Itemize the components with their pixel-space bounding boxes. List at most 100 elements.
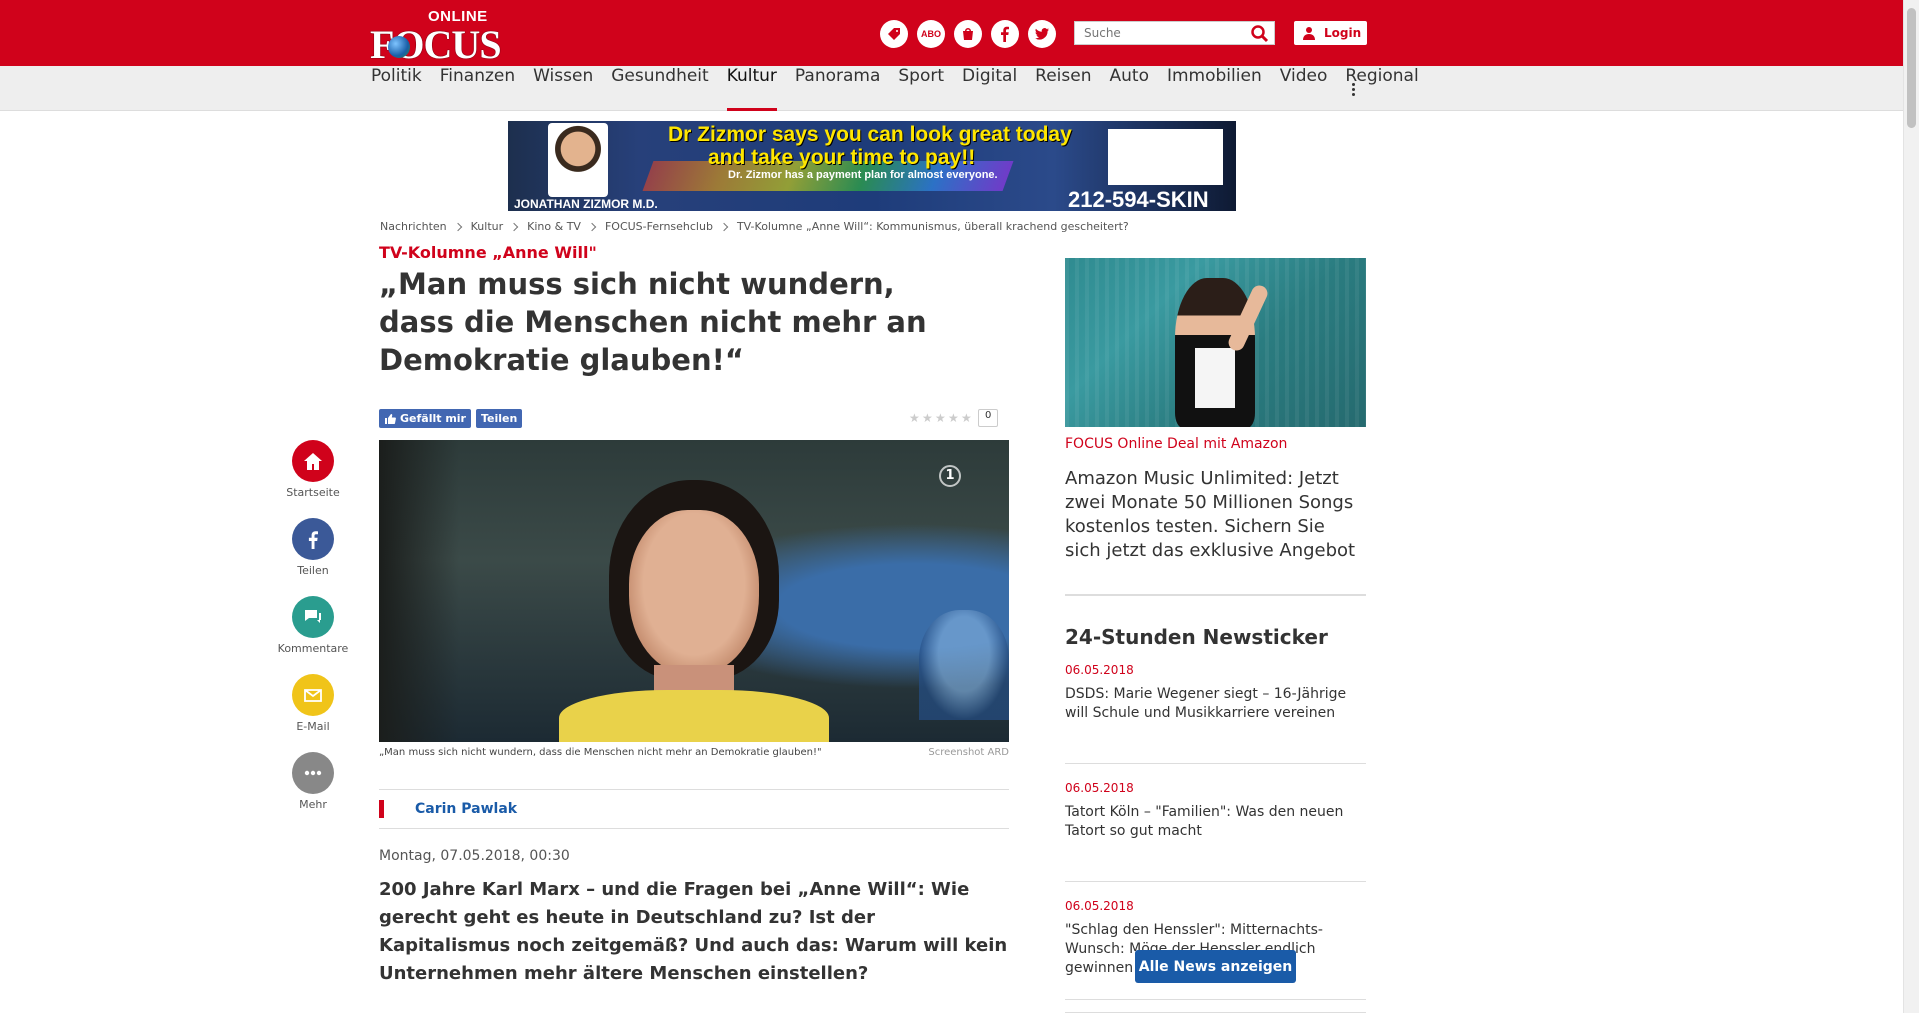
breadcrumb-item[interactable]: TV-Kolumne „Anne Will“: Kommunismus, übe… (737, 220, 1129, 233)
rail-item-e-mail[interactable]: E-Mail (271, 674, 355, 750)
user-icon (1303, 27, 1315, 40)
nav-item-gesundheit[interactable]: Gesundheit (602, 66, 717, 111)
deal-text[interactable]: Amazon Music Unlimited: Jetzt zwei Monat… (1065, 467, 1366, 563)
chevron-right-icon (509, 222, 519, 231)
article-lead: 200 Jahre Karl Marx – und die Fragen bei… (379, 879, 1008, 984)
abo-label: ABO (921, 29, 941, 39)
news-item[interactable]: 06.05.2018 DSDS: Marie Wegener siegt – 16… (1065, 663, 1366, 764)
social-actions: Gefällt mir Teilen (379, 409, 523, 428)
news-date: 06.05.2018 (1065, 663, 1134, 677)
breadcrumb-item[interactable]: FOCUS-Fernsehclub (605, 220, 713, 233)
nav-item-digital[interactable]: Digital (953, 66, 1026, 111)
breadcrumb: Nachrichten Kultur Kino & TV FOCUS-Fernsehc… (380, 220, 1129, 233)
ad-name: JONATHAN ZIZMOR M.D. (514, 197, 658, 211)
comments-icon[interactable] (292, 596, 334, 638)
breadcrumb-item[interactable]: Nachrichten (380, 220, 447, 233)
hero-bg-shadow (379, 440, 459, 742)
rail-item-mehr[interactable]: Mehr (271, 752, 355, 828)
nav-item-reisen[interactable]: Reisen (1026, 66, 1100, 111)
star-icon[interactable]: ★ (961, 412, 972, 424)
nav-item-politik[interactable]: Politik (371, 66, 431, 111)
share-rail: Startseite Teilen Kommentare E-Mail Mehr (271, 438, 355, 828)
hero-jacket (559, 690, 829, 742)
like-button[interactable]: Gefällt mir (379, 409, 471, 428)
deal-image-shirt (1195, 348, 1235, 408)
article-kicker[interactable]: TV-Kolumne „Anne Will" (379, 243, 597, 262)
star-icon[interactable]: ★ (935, 412, 946, 424)
star-icon[interactable]: ★ (909, 412, 920, 424)
facebook-icon[interactable] (292, 518, 334, 560)
shop-icon[interactable] (954, 20, 982, 48)
breadcrumb-item[interactable]: Kultur (471, 220, 504, 233)
rail-label: Startseite (286, 486, 340, 499)
star-icon[interactable]: ★ (922, 412, 933, 424)
ad-phone: 212-594-SKIN (1068, 187, 1209, 211)
rail-item-startseite[interactable]: Startseite (271, 440, 355, 516)
sidebar-divider (1065, 594, 1366, 596)
search-input[interactable] (1075, 22, 1245, 44)
author-link[interactable]: Carin Pawlak (415, 801, 517, 817)
rail-label: Kommentare (277, 642, 349, 655)
all-news-button[interactable]: Alle News anzeigen (1135, 950, 1296, 983)
scrollbar[interactable] (1903, 0, 1919, 1013)
like-label: Gefällt mir (400, 412, 466, 425)
deals-icon[interactable] (880, 20, 908, 48)
rating-count: 0 (978, 409, 999, 427)
abo-icon[interactable]: ABO (917, 20, 945, 48)
share-button[interactable]: Teilen (475, 409, 523, 428)
facebook-icon[interactable] (991, 20, 1019, 48)
rail-item-kommentare[interactable]: Kommentare (271, 596, 355, 672)
nav-item-immobilien[interactable]: Immobilien (1158, 66, 1271, 111)
nav-items: Politik Finanzen Wissen Gesundheit Kultur Pan… (371, 66, 1428, 111)
nav-item-auto[interactable]: Auto (1101, 66, 1158, 111)
nav-item-panorama[interactable]: Panorama (786, 66, 889, 111)
ard-logo-icon: 1 (939, 465, 961, 487)
mail-icon[interactable] (292, 674, 334, 716)
author-bar: Carin Pawlak (379, 789, 1009, 829)
nav-item-finanzen[interactable]: Finanzen (431, 66, 524, 111)
newsticker-list: 06.05.2018 DSDS: Marie Wegener siegt – 16… (1065, 645, 1366, 1000)
news-item[interactable]: 06.05.2018 Tatort Köln – "Familien": Was … (1065, 781, 1366, 882)
author-marker (379, 800, 384, 818)
ad-banner[interactable]: Dr Zizmor says you can look great today … (508, 121, 1236, 211)
article-headline: „Man muss sich nicht wundern, dass die M… (379, 267, 927, 377)
scrollbar-thumb[interactable] (1907, 8, 1916, 128)
news-date: 06.05.2018 (1065, 781, 1134, 795)
more-menu-icon[interactable] (1348, 79, 1358, 99)
ad-doctor-photo (548, 123, 608, 197)
news-date: 06.05.2018 (1065, 899, 1134, 913)
search-icon[interactable] (1250, 24, 1270, 44)
home-icon[interactable] (292, 440, 334, 482)
rail-item-teilen[interactable]: Teilen (271, 518, 355, 594)
star-icon[interactable]: ★ (948, 412, 959, 424)
thumbs-up-icon (385, 413, 396, 424)
focus-online-logo[interactable]: ONLINE FOCUS (370, 8, 502, 67)
article-date: Montag, 07.05.2018, 00:30 (379, 848, 570, 864)
chevron-right-icon (719, 222, 729, 231)
more-icon[interactable] (292, 752, 334, 794)
rating-widget[interactable]: ★ ★ ★ ★ ★ 0 (909, 409, 999, 427)
ad-sub: Dr. Zizmor has a payment plan for almost… (728, 169, 998, 181)
login-button[interactable]: Login (1294, 21, 1367, 45)
article-hero-image[interactable]: 1 (379, 440, 1009, 742)
top-header: ONLINE FOCUS ABO Login (0, 0, 1903, 67)
globe-icon (388, 36, 410, 58)
breadcrumb-item[interactable]: Kino & TV (527, 220, 581, 233)
nav-item-video[interactable]: Video (1271, 66, 1337, 111)
rail-label: E-Mail (296, 720, 330, 733)
deal-kicker[interactable]: FOCUS Online Deal mit Amazon (1065, 436, 1366, 452)
chevron-right-icon (453, 222, 462, 231)
nav-item-kultur[interactable]: Kultur (718, 66, 786, 111)
chevron-right-icon (587, 222, 597, 231)
login-label: Login (1324, 26, 1362, 40)
nav-item-wissen[interactable]: Wissen (524, 66, 602, 111)
news-headline[interactable]: DSDS: Marie Wegener siegt – 16-Jährige w… (1065, 685, 1366, 723)
rail-label: Teilen (297, 564, 329, 577)
deal-image[interactable] (1065, 258, 1366, 427)
rail-label: Mehr (299, 798, 327, 811)
main-nav: Politik Finanzen Wissen Gesundheit Kultur Pan… (0, 66, 1903, 111)
news-headline[interactable]: Tatort Köln – "Familien": Was den neuen … (1065, 803, 1366, 841)
twitter-icon[interactable] (1028, 20, 1056, 48)
image-caption: „Man muss sich nicht wundern, dass die M… (379, 747, 1009, 758)
nav-item-sport[interactable]: Sport (889, 66, 953, 111)
